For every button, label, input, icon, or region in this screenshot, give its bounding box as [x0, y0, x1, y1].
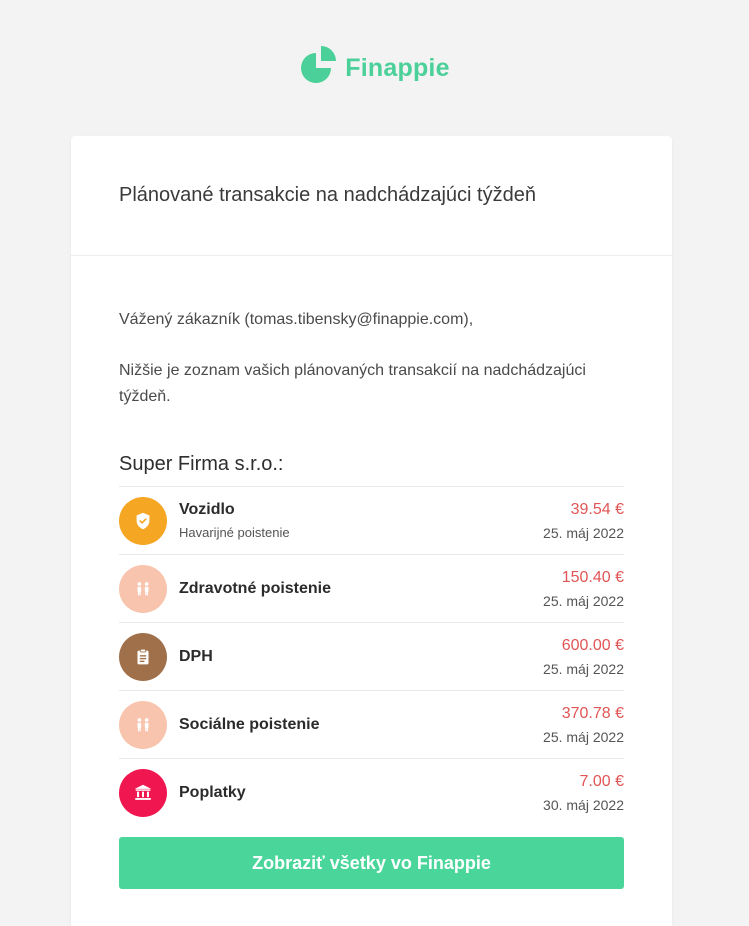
vat-category-icon — [119, 632, 167, 681]
transaction-row: Sociálne poistenie 370.78 € 25. máj 2022 — [119, 691, 624, 760]
transaction-name: Zdravotné poistenie — [179, 579, 332, 597]
people-icon — [137, 717, 149, 732]
transaction-date: 25. máj 2022 — [543, 728, 624, 745]
shield-icon — [136, 512, 150, 529]
card-body: Vážený zákazník (tomas.tibensky@finappie… — [71, 308, 672, 890]
transaction-date: 30. máj 2022 — [543, 797, 624, 814]
transaction-row: Vozidlo Havarijné poistenie 39.54 € 25. … — [119, 487, 624, 556]
transaction-subtitle: Havarijné poistenie — [179, 525, 290, 541]
transaction-name: Poplatky — [179, 784, 246, 802]
transaction-amount: 150.40 € — [561, 568, 624, 586]
transaction-amount: 600.00 € — [561, 636, 624, 654]
transaction-amount: 7.00 € — [579, 773, 624, 791]
transaction-row: DPH 600.00 € 25. máj 2022 — [119, 623, 624, 692]
transaction-date: 25. máj 2022 — [543, 524, 624, 541]
people-icon — [137, 581, 149, 596]
company-name: Super Firma s.r.o.: — [119, 453, 284, 476]
transaction-name: Sociálne poistenie — [179, 715, 320, 733]
vehicle-category-icon — [119, 496, 167, 545]
bank-icon — [134, 784, 152, 801]
email-page: Finappie Plánované transakcie na nadchád… — [0, 0, 749, 926]
social-insurance-category-icon — [119, 700, 167, 749]
greeting-text: Vážený zákazník (tomas.tibensky@finappie… — [119, 311, 474, 328]
transaction-amount: 39.54 € — [570, 500, 624, 518]
transaction-name: DPH — [179, 647, 213, 665]
transaction-row: Poplatky 7.00 € 30. máj 2022 — [119, 759, 624, 827]
finappie-logo[interactable]: Finappie — [0, 44, 749, 88]
transaction-name: Vozidlo — [179, 501, 235, 519]
transaction-list: Vozidlo Havarijné poistenie 39.54 € 25. … — [119, 486, 624, 827]
health-insurance-category-icon — [119, 564, 167, 613]
pie-chart-logo-icon — [301, 46, 337, 83]
transaction-date: 25. máj 2022 — [543, 592, 624, 609]
show-all-button[interactable]: Zobraziť všetky vo Finappie — [119, 837, 624, 890]
email-card: Plánované transakcie na nadchádzajúci tý… — [71, 136, 672, 926]
card-header: Plánované transakcie na nadchádzajúci tý… — [71, 136, 672, 256]
logo-text: Finappie — [345, 53, 450, 82]
transaction-row: Zdravotné poistenie 150.40 € 25. máj 202… — [119, 555, 624, 624]
card-title: Plánované transakcie na nadchádzajúci tý… — [119, 184, 536, 206]
intro-text: Nižšie je zoznam vašich plánovaných tran… — [119, 362, 586, 405]
clipboard-icon — [137, 648, 149, 665]
transaction-date: 25. máj 2022 — [543, 660, 624, 677]
transaction-amount: 370.78 € — [561, 704, 624, 722]
fees-category-icon — [119, 769, 167, 818]
